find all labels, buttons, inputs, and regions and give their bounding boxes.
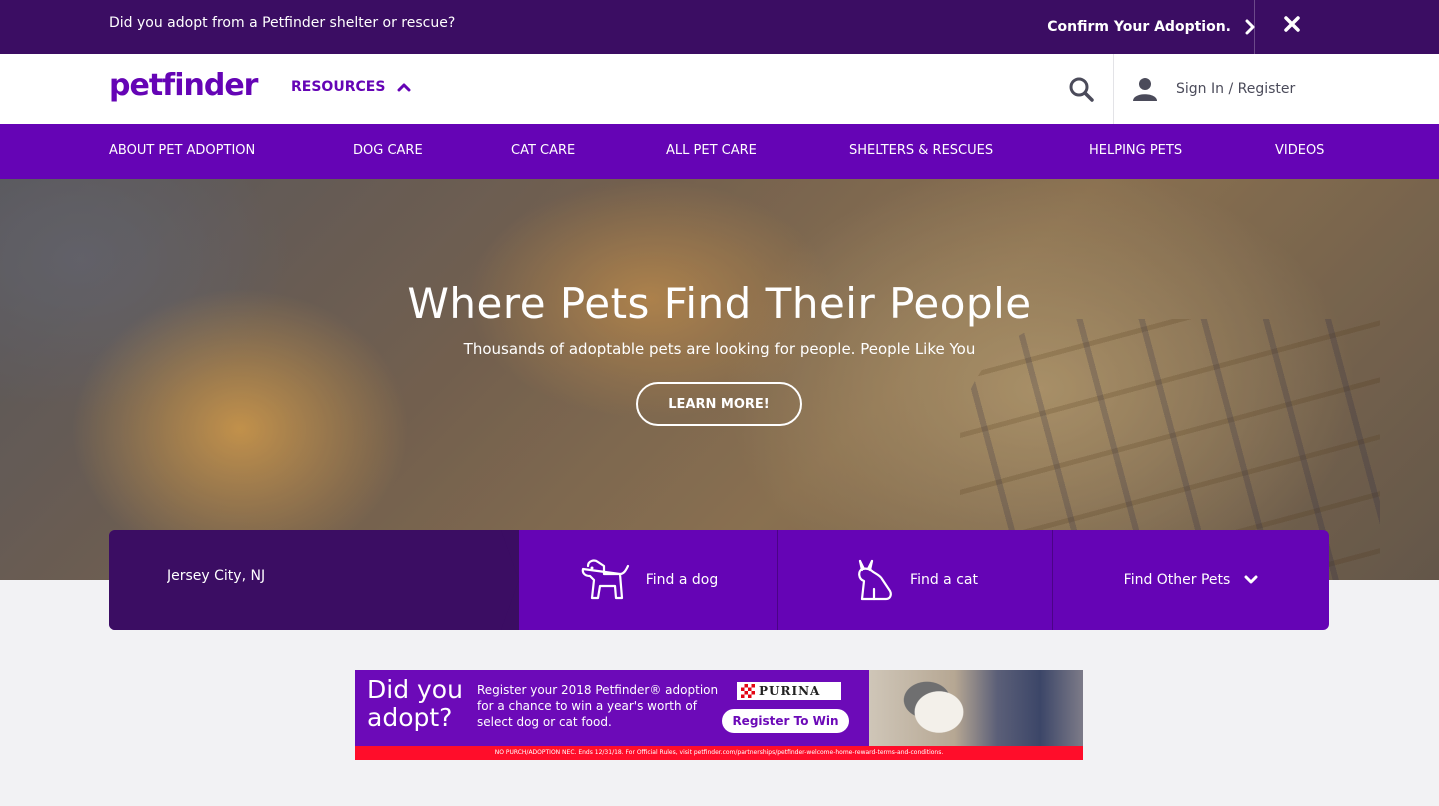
search-icon[interactable] xyxy=(1066,74,1096,104)
hero-banner: Where Pets Find Their People Thousands o… xyxy=(0,179,1439,580)
ad-body-text: Register your 2018 Petfinder® adoption f… xyxy=(477,683,719,729)
nav-videos[interactable]: VIDEOS xyxy=(1275,143,1324,158)
sign-in-register-link[interactable]: Sign In / Register xyxy=(1132,76,1295,102)
purina-brand-text: PURINA xyxy=(759,684,821,698)
learn-more-button[interactable]: LEARN MORE! xyxy=(636,382,802,426)
find-cat-label: Find a cat xyxy=(910,572,978,588)
purina-logo: PURINA xyxy=(737,682,841,700)
ad-headline: Did you adopt? xyxy=(367,676,463,732)
find-dog-label: Find a dog xyxy=(645,572,719,588)
find-dog-button[interactable]: Find a dog xyxy=(521,530,777,630)
ad-cat-photo xyxy=(869,670,1083,746)
adoption-question: Did you adopt from a Petfinder shelter o… xyxy=(109,15,456,31)
resources-nav: ABOUT PET ADOPTION DOG CARE CAT CARE ALL… xyxy=(0,124,1439,179)
nav-helping-pets[interactable]: HELPING PETS xyxy=(1089,143,1182,158)
dog-icon xyxy=(581,559,629,600)
resources-menu-button[interactable]: RESOURCES xyxy=(291,79,411,95)
find-other-pets-dropdown[interactable]: Find Other Pets xyxy=(1053,530,1329,630)
sign-in-label: Sign In / Register xyxy=(1176,81,1296,97)
banner-divider xyxy=(1254,0,1255,54)
hero-title: Where Pets Find Their People xyxy=(407,279,1032,328)
pet-search-bar: Find a dog Find a cat Find Other Pets xyxy=(109,530,1329,630)
site-header: petfinder RESOURCES Sign In / Register xyxy=(0,54,1439,124)
close-icon[interactable] xyxy=(1280,12,1304,36)
location-arrow-shape xyxy=(499,530,519,630)
find-other-pets-label: Find Other Pets xyxy=(1123,572,1231,588)
location-input[interactable] xyxy=(167,568,467,584)
cat-icon xyxy=(858,559,892,601)
purina-adoption-ad[interactable]: Did you adopt? Register your 2018 Petfin… xyxy=(355,670,1083,760)
confirm-adoption-label: Confirm Your Adoption. xyxy=(1047,19,1231,35)
chevron-down-icon xyxy=(1244,575,1258,584)
nav-cat-care[interactable]: CAT CARE xyxy=(511,143,575,158)
confirm-adoption-link[interactable]: Confirm Your Adoption. xyxy=(1047,0,1255,54)
user-icon xyxy=(1133,78,1157,101)
ad-headline-line1: Did you xyxy=(367,675,463,704)
register-to-win-button[interactable]: Register To Win xyxy=(722,709,849,733)
hero-subtitle: Thousands of adoptable pets are looking … xyxy=(463,340,976,358)
location-section xyxy=(109,530,519,630)
chevron-up-icon xyxy=(397,83,411,92)
nav-about-pet-adoption[interactable]: ABOUT PET ADOPTION xyxy=(109,143,255,158)
ad-headline-line2: adopt? xyxy=(367,703,453,732)
nav-all-pet-care[interactable]: ALL PET CARE xyxy=(666,143,757,158)
nav-shelters-rescues[interactable]: SHELTERS & RESCUES xyxy=(849,143,993,158)
ad-disclaimer: NO PURCH/ADOPTION NEC. Ends 12/31/18. Fo… xyxy=(355,746,1083,760)
petfinder-logo[interactable]: petfinder xyxy=(109,68,258,103)
checkerboard-icon xyxy=(741,684,755,698)
header-divider xyxy=(1113,54,1114,124)
nav-dog-care[interactable]: DOG CARE xyxy=(353,143,423,158)
resources-label: RESOURCES xyxy=(291,79,386,95)
adoption-banner: Did you adopt from a Petfinder shelter o… xyxy=(0,0,1439,54)
find-cat-button[interactable]: Find a cat xyxy=(778,530,1052,630)
hero-overlay xyxy=(0,179,1439,580)
